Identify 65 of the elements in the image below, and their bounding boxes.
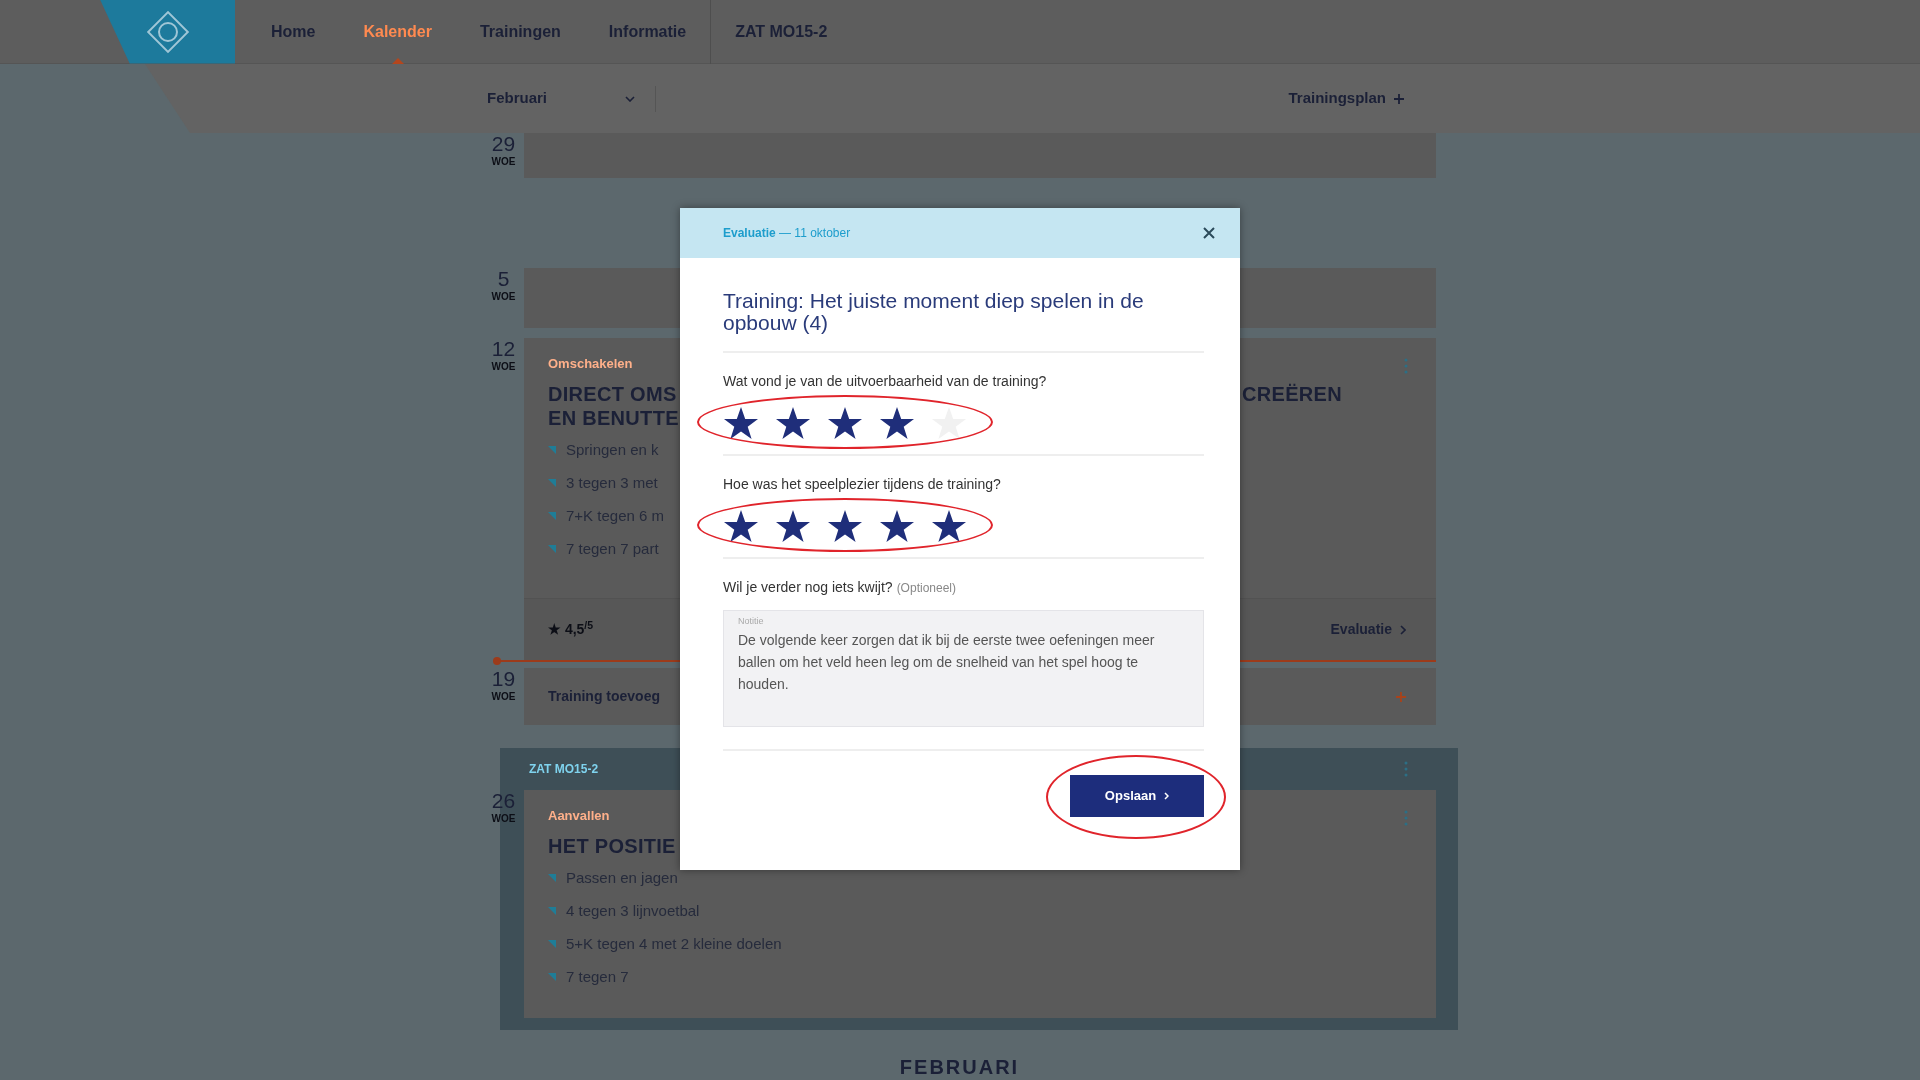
team-link[interactable]: ZAT MO15-2 bbox=[711, 0, 852, 64]
triangle-icon bbox=[548, 479, 556, 487]
star-icon[interactable] bbox=[775, 509, 811, 543]
optional-hint: (Optioneel) bbox=[896, 580, 956, 597]
training-title: EN BENUTTE bbox=[548, 405, 679, 430]
star-rating[interactable] bbox=[723, 509, 967, 543]
chevron-right-icon bbox=[1400, 624, 1406, 635]
close-button[interactable] bbox=[1202, 226, 1216, 240]
day-number: 5 bbox=[496, 268, 511, 289]
star-icon[interactable] bbox=[931, 509, 967, 543]
dialog-title: Training: Het juiste moment diep spelen in de opbouw (4) bbox=[723, 258, 1204, 353]
training-title: CREËREN bbox=[1242, 381, 1342, 407]
evaluation-link[interactable]: Evaluatie bbox=[1330, 619, 1406, 640]
day-number: 26 bbox=[490, 790, 517, 811]
triangle-icon bbox=[548, 446, 556, 454]
triangle-icon bbox=[548, 973, 556, 981]
star-icon[interactable] bbox=[931, 406, 967, 440]
star-icon[interactable] bbox=[879, 509, 915, 543]
plus-icon bbox=[1396, 691, 1406, 702]
star-icon[interactable] bbox=[827, 509, 863, 543]
triangle-icon bbox=[548, 907, 556, 915]
kebab-icon bbox=[1404, 810, 1408, 826]
training-title: HET POSITIE bbox=[548, 833, 676, 858]
trainingsplan-button[interactable]: Trainingsplan bbox=[1282, 86, 1410, 111]
section-heading: FEBRUARI bbox=[898, 1055, 1021, 1080]
dialog-header: Evaluatie — 11 oktober bbox=[723, 225, 851, 242]
star-rating[interactable] bbox=[723, 406, 967, 440]
chevron-right-icon bbox=[1164, 792, 1170, 800]
triangle-icon bbox=[548, 545, 556, 553]
day-number: 12 bbox=[490, 338, 517, 359]
category-label: Aanvallen bbox=[548, 807, 610, 825]
day-number: 19 bbox=[490, 668, 517, 689]
team-label: ZAT MO15-2 bbox=[529, 761, 599, 778]
triangle-icon bbox=[548, 874, 556, 882]
star-icon[interactable] bbox=[723, 406, 759, 440]
weekday-label: WOE bbox=[490, 690, 517, 704]
rating-question: Wat vond je van de uitvoerbaarheid van de training? bbox=[723, 372, 1048, 391]
rating-question: Hoe was het speelplezier tijdens de training? bbox=[723, 475, 1002, 494]
star-icon[interactable] bbox=[879, 406, 915, 440]
rating-score: ★ 4,5$^{/5}$ bbox=[548, 619, 594, 639]
note-question: Wil je verder nog iets kwijt? bbox=[723, 578, 893, 597]
star-icon[interactable] bbox=[723, 509, 759, 543]
plus-icon bbox=[1394, 93, 1404, 104]
month-dropdown[interactable]: Februari bbox=[481, 86, 641, 111]
weekday-label: WOE bbox=[490, 360, 517, 374]
weekday-label: WOE bbox=[490, 155, 517, 169]
star-icon[interactable] bbox=[775, 406, 811, 440]
category-label: Omschakelen bbox=[548, 355, 633, 373]
weekday-label: WOE bbox=[490, 290, 517, 304]
save-button[interactable]: Opslaan bbox=[1070, 775, 1204, 817]
emblem-icon bbox=[144, 8, 191, 55]
triangle-icon bbox=[548, 512, 556, 520]
logo[interactable] bbox=[100, 0, 235, 64]
nav-tab[interactable]: Trainingen bbox=[455, 0, 585, 64]
chevron-down-icon bbox=[625, 95, 635, 102]
note-field[interactable]: Notitie De volgende keer zorgen dat ik bij de eerste twee oefeningen meer ballen om het veld heen leg om de snelheid van het spel hoog te houden. bbox=[723, 610, 1204, 727]
kebab-icon bbox=[1404, 358, 1408, 374]
nav-tab[interactable]: Home bbox=[247, 0, 340, 64]
weekday-label: WOE bbox=[490, 812, 517, 826]
training-title: DIRECT OMS bbox=[548, 381, 678, 406]
kebab-icon bbox=[1404, 761, 1408, 777]
day-number: 29 bbox=[490, 133, 517, 154]
star-icon[interactable] bbox=[827, 406, 863, 440]
nav-tab[interactable]: Informatie bbox=[584, 0, 711, 64]
triangle-icon bbox=[548, 940, 556, 948]
